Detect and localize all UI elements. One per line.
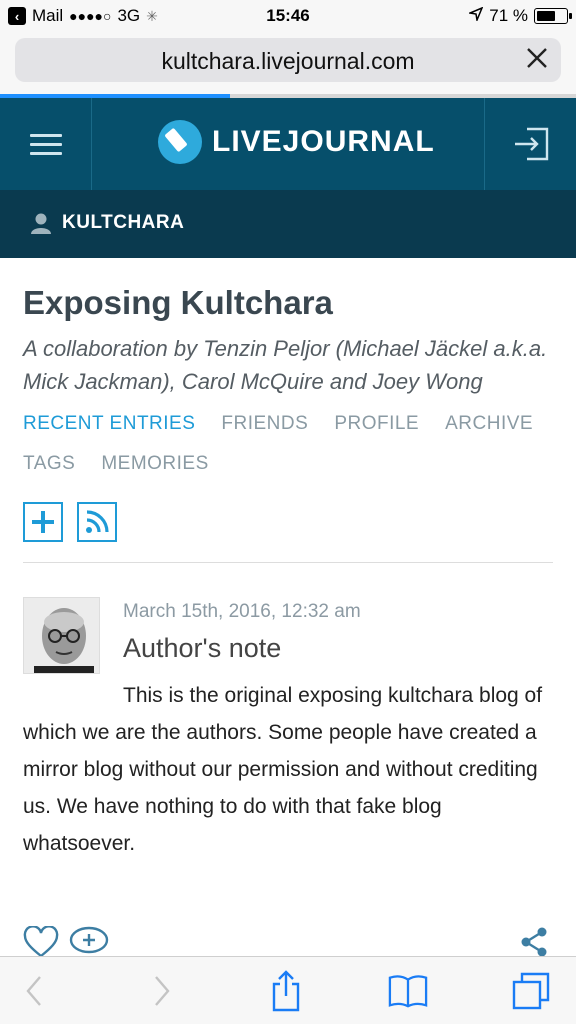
nav-friends[interactable]: FRIENDS bbox=[221, 408, 308, 440]
nav-profile[interactable]: PROFILE bbox=[334, 408, 419, 440]
battery-percent: 71 % bbox=[489, 6, 528, 25]
rss-button[interactable] bbox=[77, 502, 117, 542]
battery-fill bbox=[537, 11, 555, 21]
journal-bar: KULTCHARA bbox=[0, 190, 576, 258]
author-avatar[interactable] bbox=[23, 597, 100, 674]
entry-actions bbox=[23, 925, 553, 960]
site-header: LIVEJOURNAL bbox=[0, 98, 576, 190]
nav-memories[interactable]: MEMORIES bbox=[101, 448, 208, 480]
browser-address-area: kultchara.livejournal.com bbox=[0, 32, 576, 94]
journal-title[interactable]: Exposing Kultchara bbox=[23, 284, 553, 322]
nav-recent-entries[interactable]: RECENT ENTRIES bbox=[23, 408, 195, 440]
chevron-left-icon bbox=[26, 976, 41, 1006]
rss-icon bbox=[86, 510, 109, 533]
back-button[interactable] bbox=[14, 969, 54, 1013]
journal-subtitle: A collaboration by Tenzin Peljor (Michae… bbox=[23, 336, 548, 394]
tabs-button[interactable] bbox=[512, 969, 552, 1013]
entry: March 15th, 2016, 12:32 am Author's note… bbox=[23, 597, 553, 862]
address-bar[interactable]: kultchara.livejournal.com bbox=[15, 38, 561, 82]
close-icon bbox=[527, 48, 547, 68]
entry-title[interactable]: Author's note bbox=[123, 633, 281, 664]
open-book-icon bbox=[388, 975, 428, 1008]
stop-loading-button[interactable] bbox=[523, 46, 551, 74]
journal-username: KULTCHARA bbox=[62, 212, 185, 233]
divider bbox=[23, 562, 553, 563]
journal-content: Exposing Kultchara A collaboration by Te… bbox=[23, 258, 553, 862]
comment-plus-icon bbox=[69, 926, 109, 954]
share-icon bbox=[521, 927, 547, 957]
entry-body: This is the original exposing kultchara … bbox=[23, 684, 543, 855]
journal-nav: RECENT ENTRIES FRIENDS PROFILE ARCHIVE T… bbox=[23, 408, 553, 480]
plus-icon bbox=[32, 511, 54, 533]
bookmarks-button[interactable] bbox=[388, 969, 428, 1013]
user-icon bbox=[31, 213, 51, 234]
browser-toolbar bbox=[0, 956, 576, 1024]
entry-date: March 15th, 2016, 12:32 am bbox=[123, 601, 361, 622]
forward-button[interactable] bbox=[142, 969, 182, 1013]
journal-actions bbox=[23, 502, 553, 542]
menu-button[interactable] bbox=[0, 98, 92, 190]
login-icon bbox=[514, 127, 548, 161]
livejournal-logo-icon bbox=[158, 120, 202, 164]
site-logo[interactable]: LIVEJOURNAL bbox=[158, 120, 435, 164]
status-right: 71 % bbox=[467, 6, 572, 26]
journal-user-link[interactable]: KULTCHARA bbox=[30, 212, 184, 234]
logo-text: LIVEJOURNAL bbox=[212, 125, 435, 158]
hamburger-icon bbox=[29, 128, 62, 161]
heart-icon bbox=[23, 925, 59, 958]
nav-tags[interactable]: TAGS bbox=[23, 448, 75, 480]
nav-archive[interactable]: ARCHIVE bbox=[445, 408, 533, 440]
avatar-portrait-icon bbox=[24, 598, 99, 673]
login-button[interactable] bbox=[484, 98, 576, 190]
share-up-icon bbox=[272, 970, 300, 1012]
chevron-right-icon bbox=[155, 976, 170, 1006]
url-text[interactable]: kultchara.livejournal.com bbox=[15, 48, 561, 75]
status-bar: ‹ Mail ●●●●○ 3G ✳ 15:46 71 % bbox=[0, 0, 576, 32]
add-friend-button[interactable] bbox=[23, 502, 63, 542]
battery-icon bbox=[534, 8, 572, 24]
tabs-icon bbox=[512, 972, 550, 1010]
share-page-button[interactable] bbox=[266, 969, 306, 1013]
location-arrow-icon bbox=[467, 6, 484, 26]
